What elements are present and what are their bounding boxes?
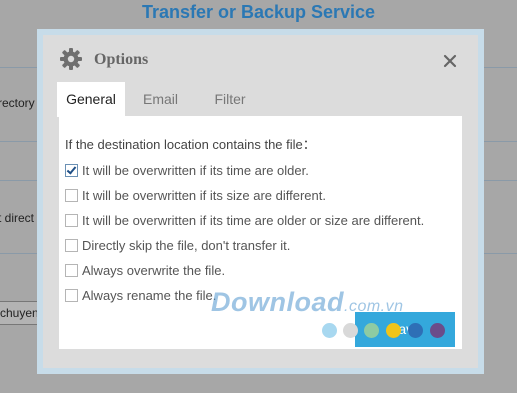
background-input[interactable]: chuyen: [0, 301, 40, 325]
watermark-text: Download: [211, 287, 344, 317]
option-label: Directly skip the file, don't transfer i…: [82, 237, 291, 253]
option-label: It will be overwritten if its time are o…: [82, 162, 309, 178]
tab-bar: General Email Filter: [43, 82, 478, 117]
gear-icon: [60, 48, 82, 70]
download-watermark: Download.com.vn: [211, 287, 404, 318]
option-always-rename[interactable]: Always rename the file.: [65, 286, 216, 304]
watermark-dot: [386, 323, 401, 338]
checkbox[interactable]: [65, 188, 78, 202]
watermark-dot: [430, 323, 445, 338]
watermark-dot: [343, 323, 358, 338]
checkbox[interactable]: [65, 288, 78, 302]
checkbox[interactable]: [65, 238, 78, 252]
field-label-direct: t direct: [0, 211, 35, 225]
tab-filter[interactable]: Filter: [205, 82, 255, 116]
option-skip-file[interactable]: Directly skip the file, don't transfer i…: [65, 236, 290, 254]
option-label: It will be overwritten if its time are o…: [82, 212, 425, 228]
option-overwrite-time-older[interactable]: It will be overwritten if its time are o…: [65, 161, 309, 179]
option-overwrite-time-or-size[interactable]: It will be overwritten if its time are o…: [65, 211, 424, 229]
checkbox[interactable]: [65, 163, 78, 177]
check-icon: [66, 163, 77, 175]
close-icon[interactable]: [442, 53, 458, 69]
option-label: Always overwrite the file.: [82, 262, 226, 278]
option-label: Always rename the file.: [82, 287, 217, 303]
checkbox[interactable]: [65, 213, 78, 227]
option-label: It will be overwritten if its size are d…: [82, 187, 326, 203]
dialog-title: Options: [94, 51, 149, 68]
overwrite-intro-text: If the destination location contains the…: [65, 137, 316, 152]
app-title: Transfer or Backup Service: [141, 2, 376, 22]
field-label-directory: rectory: [0, 96, 35, 110]
dialog-header: Options: [43, 35, 478, 83]
checkbox[interactable]: [65, 263, 78, 277]
tab-email[interactable]: Email: [135, 82, 186, 116]
tab-general[interactable]: General: [57, 82, 125, 117]
watermark-dot: [408, 323, 423, 338]
option-overwrite-size-different[interactable]: It will be overwritten if its size are d…: [65, 186, 326, 204]
option-always-overwrite[interactable]: Always overwrite the file.: [65, 261, 225, 279]
watermark-suffix: .com.vn: [344, 298, 404, 315]
watermark-dot: [322, 323, 337, 338]
options-dialog: Options General Email Filter If the dest…: [43, 35, 478, 368]
watermark-dot: [364, 323, 379, 338]
